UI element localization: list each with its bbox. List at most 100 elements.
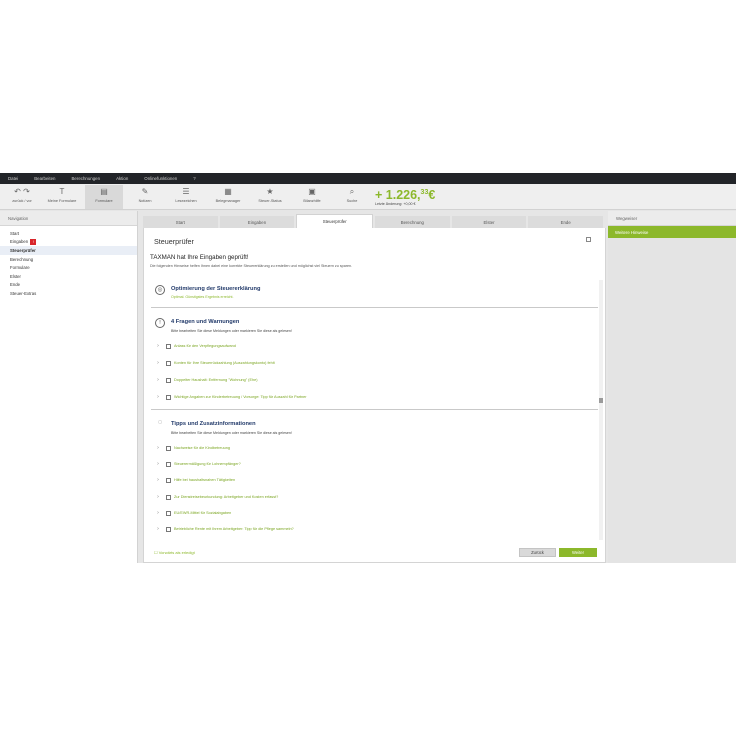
tab-elster[interactable]: Elster	[451, 216, 527, 228]
scrollbar-thumb[interactable]	[599, 398, 603, 403]
back-button[interactable]: Zurück	[519, 548, 556, 557]
optimization-status-link[interactable]: Optimal. Günstigstes Ergebnis erreicht.	[171, 295, 234, 299]
list-item[interactable]: › Anlass für den Verpflegungsaufwand	[153, 342, 236, 350]
read-checkbox[interactable]	[166, 394, 171, 400]
search-icon: ⌕	[349, 187, 355, 196]
undo-redo-icon: ↶ ↷	[14, 187, 30, 196]
error-badge: !	[30, 238, 37, 245]
read-checkbox[interactable]	[166, 510, 171, 516]
notes-button[interactable]: ✎ Notizen	[128, 185, 162, 209]
read-checkbox[interactable]	[166, 445, 171, 451]
section-title-warnings[interactable]: 4 Fragen und Warnungen	[171, 319, 239, 325]
next-button[interactable]: Weiter	[559, 548, 597, 557]
chevron-right-icon[interactable]: ›	[153, 526, 163, 532]
form-icon: ▤	[100, 187, 108, 196]
list-item[interactable]: › Konten für Ihre Steuerrückzahlung (Aus…	[153, 359, 275, 367]
nav-item-formulare[interactable]: Formulare	[0, 263, 137, 272]
scrollbar[interactable]	[599, 280, 603, 540]
read-checkbox[interactable]	[166, 461, 171, 467]
balance-help-button[interactable]: ▣ Bilanzhilfe	[292, 185, 332, 209]
chevron-right-icon[interactable]: ›	[153, 360, 163, 366]
section-desc-tips: Bitte bearbeiten Sie diese Meldungen ode…	[171, 431, 292, 435]
nav-item-start[interactable]: Start	[0, 229, 137, 238]
chevron-right-icon[interactable]: ›	[153, 477, 163, 483]
list-item[interactable]: › Betriebliche Rente mit Ihrem Arbeitgeb…	[153, 525, 294, 533]
list-item[interactable]: › Doppelter Haushalt: Entfernung "Wohnun…	[153, 376, 257, 384]
page-title: Steuerprüfer	[154, 237, 194, 246]
list-item[interactable]: › Nachweise für die Kindbetreuung	[153, 444, 230, 452]
receipt-manager-button[interactable]: ▦ Belegmanager	[208, 185, 248, 209]
nav-item-eingaben[interactable]: Eingaben!	[0, 238, 137, 247]
tab-eingaben[interactable]: Eingaben	[219, 216, 295, 228]
nav-item-steuer-extras[interactable]: Steuer-Extras	[0, 289, 137, 298]
section-divider	[151, 409, 598, 410]
tab-berechnung[interactable]: Berechnung	[375, 216, 450, 228]
nav-item-ende[interactable]: Ende	[0, 281, 137, 290]
read-checkbox[interactable]	[166, 343, 171, 349]
chevron-right-icon[interactable]: ›	[153, 461, 163, 467]
subline: Die folgenden Hinweise helfen Ihnen dabe…	[150, 264, 353, 268]
navigation-panel: Navigation Start Eingaben! Steuerprüfer …	[0, 211, 138, 563]
section-title-tips[interactable]: Tipps und Zusatzinformationen	[171, 421, 256, 427]
tab-start[interactable]: Start	[143, 216, 218, 228]
tab-steuerpruefer[interactable]: Steuerprüfer	[296, 214, 374, 228]
forms-button[interactable]: ▤ Formulare	[85, 185, 123, 209]
headline: TAXMAN hat Ihre Eingaben geprüft!	[150, 254, 249, 261]
chevron-right-icon[interactable]: ›	[153, 445, 163, 451]
undo-redo-button[interactable]: ↶ ↷ zurück / vor	[6, 185, 38, 209]
menu-bearbeiten[interactable]: Bearbeiten	[34, 176, 55, 181]
hints-list: ◎ Optimierung der Steuererklärung Optima…	[149, 276, 600, 541]
tab-ende[interactable]: Ende	[528, 216, 604, 228]
tax-checker-panel: Steuerprüfer TAXMAN hat Ihre Eingaben ge…	[143, 228, 606, 563]
list-icon: ☰	[182, 187, 190, 196]
refund-last-change: Letzte Änderung: +0,00 €	[375, 202, 416, 207]
section-desc-warnings: Bitte bearbeiten Sie diese Meldungen ode…	[171, 329, 292, 333]
menu-help[interactable]: ?	[193, 176, 195, 181]
refund-display[interactable]: + 1.226,33€ Letzte Änderung: +0,00 €	[375, 185, 455, 209]
menu-datei[interactable]: Datei	[8, 176, 18, 181]
section-title-optimization[interactable]: Optimierung der Steuererklärung	[171, 286, 260, 292]
nav-item-berechnung[interactable]: Berechnung	[0, 255, 137, 264]
chevron-right-icon[interactable]: ›	[153, 510, 163, 516]
guide-panel: Wegweiser Weitere Hinweise	[608, 211, 736, 563]
list-item[interactable]: › Steuerermäßigung für Lohnempfänger?	[153, 460, 241, 468]
bookmarks-button[interactable]: ☰ Lesezeichen	[166, 185, 206, 209]
section-divider	[151, 307, 598, 308]
read-checkbox[interactable]	[166, 360, 171, 366]
warning-icon: !	[155, 318, 165, 328]
menu-aktion[interactable]: Aktion	[116, 176, 128, 181]
list-item[interactable]: › Zur Dienstreisebeurkundung: Arbeitgebe…	[153, 493, 278, 501]
read-checkbox[interactable]	[166, 477, 171, 483]
lightbulb-icon: ◌	[157, 419, 163, 426]
chevron-right-icon[interactable]: ›	[153, 343, 163, 349]
print-icon[interactable]	[586, 237, 591, 242]
toolbar: ↶ ↷ zurück / vor T Meine Formulare ▤ For…	[0, 184, 736, 210]
menu-berechnungen[interactable]: Berechnungen	[72, 176, 101, 181]
list-item[interactable]: › Wichtige Angaben zur Kinderbetreuung /…	[153, 393, 306, 401]
mark-done-checkbox[interactable]: ☐ Vorwärts als erledigt	[154, 550, 195, 555]
read-checkbox[interactable]	[166, 526, 171, 532]
list-item[interactable]: › Hilfe bei haushaltsnahen Tätigkeiten	[153, 476, 235, 484]
tab-bar: Start Eingaben Steuerprüfer Berechnung E…	[143, 214, 605, 228]
my-forms-button[interactable]: T Meine Formulare	[42, 185, 82, 209]
read-checkbox[interactable]	[166, 494, 171, 500]
guide-heading: Wegweiser	[608, 211, 736, 226]
menu-bar: Datei Bearbeiten Berechnungen Aktion Onl…	[0, 173, 736, 184]
menu-onlinefunktionen[interactable]: Onlinefunktionen	[144, 176, 177, 181]
search-button[interactable]: ⌕ Suche	[336, 185, 368, 209]
list-item[interactable]: › EU/EWR-Mittel für Sozialabgaben	[153, 509, 231, 517]
refund-amount: + 1.226,33€	[375, 188, 436, 203]
tax-status-button[interactable]: ★ Steuer-Status	[250, 185, 290, 209]
chevron-right-icon[interactable]: ›	[153, 394, 163, 400]
pen-icon: ✎	[141, 187, 149, 196]
text-icon: T	[59, 187, 65, 196]
guide-item-further-hints[interactable]: Weitere Hinweise	[608, 226, 736, 238]
nav-item-steuerpruefer[interactable]: Steuerprüfer	[0, 246, 137, 255]
calendar-icon: ▦	[224, 187, 232, 196]
read-checkbox[interactable]	[166, 377, 171, 383]
nav-item-elster[interactable]: Elster	[0, 272, 137, 281]
optimization-icon: ◎	[155, 285, 165, 295]
chevron-right-icon[interactable]: ›	[153, 377, 163, 383]
chevron-right-icon[interactable]: ›	[153, 494, 163, 500]
star-icon: ★	[266, 187, 274, 196]
